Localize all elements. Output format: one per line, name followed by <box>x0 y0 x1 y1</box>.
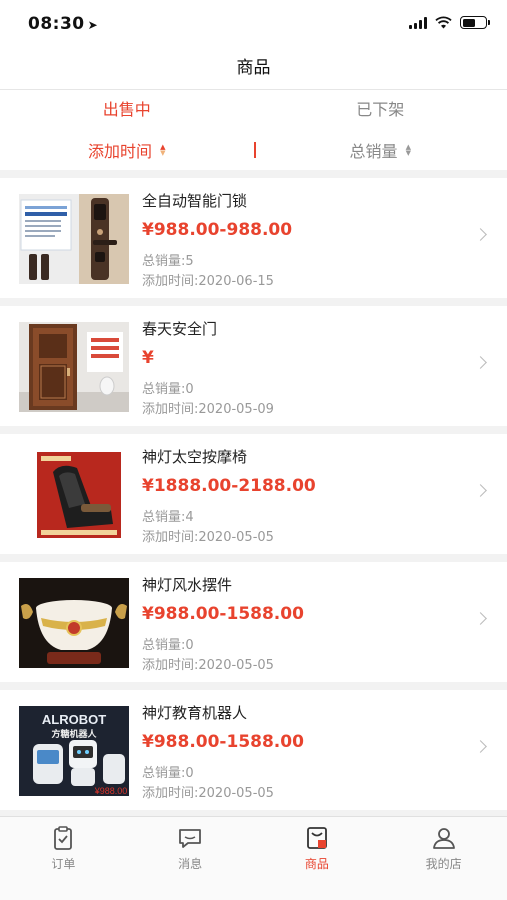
product-card[interactable]: 春天安全门 ¥ 总销量:0 添加时间:2020-05-09 <box>0 306 507 426</box>
location-arrow-icon: ➤ <box>87 18 99 32</box>
product-price: ¥ <box>142 348 154 368</box>
robot-subtitle-text: 方糖机器人 <box>51 728 97 740</box>
product-date: 添加时间:2020-05-05 <box>142 530 274 545</box>
shop-bag-icon <box>306 827 327 849</box>
product-sales: 总销量:4 <box>142 510 194 525</box>
product-sales: 总销量:0 <box>142 766 194 781</box>
tab-orders-label: 订单 <box>51 857 76 871</box>
nav-bar: 商品 <box>0 48 507 90</box>
product-price: ¥1888.00-2188.00 <box>142 476 316 496</box>
chevron-right-icon <box>474 484 487 497</box>
product-price: ¥988.00-1588.00 <box>142 604 304 624</box>
wifi-icon <box>435 16 452 29</box>
product-image <box>19 578 129 668</box>
tab-my-store-label: 我的店 <box>425 857 462 871</box>
product-date: 添加时间:2020-05-09 <box>142 402 274 417</box>
robot-price-watermark: ¥988.00 <box>94 786 128 796</box>
product-date: 添加时间:2020-05-05 <box>142 786 274 801</box>
product-date: 添加时间:2020-05-05 <box>142 658 274 673</box>
person-icon <box>432 828 455 849</box>
sort-arrows-icon: ▲ ▼ <box>405 143 411 157</box>
product-sales: 总销量:0 <box>142 638 194 653</box>
product-list: 全自动智能门锁 ¥988.00-988.00 总销量:5 添加时间:2020-0… <box>0 170 507 816</box>
tab-my-store[interactable]: 我的店 <box>380 817 507 900</box>
robot-brand-text: ALROBOT <box>42 712 106 727</box>
battery-icon <box>460 16 490 29</box>
product-date: 添加时间:2020-06-15 <box>142 274 274 289</box>
product-name: 神灯太空按摩椅 <box>142 448 248 466</box>
product-price: ¥988.00-988.00 <box>142 220 293 240</box>
chevron-right-icon <box>474 612 487 625</box>
status-time: 08:30 ➤ <box>28 14 98 34</box>
tab-messages[interactable]: 消息 <box>127 817 254 900</box>
product-name: 春天安全门 <box>142 320 218 338</box>
product-image <box>19 450 129 540</box>
product-image <box>19 194 129 284</box>
tab-products[interactable]: 商品 <box>254 817 381 900</box>
page-title: 商品 <box>236 58 271 78</box>
product-name: 神灯教育机器人 <box>142 704 248 722</box>
chat-bubble-icon <box>179 829 202 848</box>
tab-products-label: 商品 <box>304 857 329 871</box>
product-sales: 总销量:0 <box>142 382 194 397</box>
sort-by-add-time[interactable]: 添加时间 ▲ ▼ <box>0 138 254 162</box>
product-image <box>19 322 129 412</box>
sort-arrows-icon: ▲ ▼ <box>160 143 166 157</box>
product-card[interactable]: ALROBOT 方糖机器人 ¥988.00 神灯教育机器人 ¥988.00-15… <box>0 690 507 810</box>
sort-divider <box>254 142 256 158</box>
status-icons <box>409 16 490 29</box>
product-card[interactable]: 全自动智能门锁 ¥988.00-988.00 总销量:5 添加时间:2020-0… <box>0 178 507 298</box>
tab-messages-label: 消息 <box>178 857 203 871</box>
tab-on-sale[interactable]: 出售中 <box>0 90 254 130</box>
status-tabs: 出售中 已下架 <box>0 90 507 130</box>
tab-off-shelf[interactable]: 已下架 <box>254 90 507 130</box>
chevron-right-icon <box>474 740 487 753</box>
clipboard-icon <box>54 826 73 850</box>
product-card[interactable]: 神灯风水摆件 ¥988.00-1588.00 总销量:0 添加时间:2020-0… <box>0 562 507 682</box>
product-name: 神灯风水摆件 <box>142 576 233 594</box>
sort-by-total-sales-label: 总销量 <box>349 142 398 161</box>
sort-by-total-sales[interactable]: 总销量 ▲ ▼ <box>254 138 507 162</box>
sort-by-add-time-label: 添加时间 <box>88 142 153 161</box>
product-sales: 总销量:5 <box>142 254 194 269</box>
product-name: 全自动智能门锁 <box>142 192 248 210</box>
product-card[interactable]: 神灯太空按摩椅 ¥1888.00-2188.00 总销量:4 添加时间:2020… <box>0 434 507 554</box>
product-image: ALROBOT 方糖机器人 ¥988.00 <box>19 706 129 796</box>
cellular-signal-icon <box>409 17 427 29</box>
chevron-right-icon <box>474 356 487 369</box>
status-bar: 08:30 ➤ <box>0 0 507 48</box>
product-price: ¥988.00-1588.00 <box>142 732 304 752</box>
status-time-text: 08:30 <box>28 14 85 34</box>
tab-orders[interactable]: 订单 <box>0 817 127 900</box>
bottom-tab-bar: 订单 消息 商品 我的店 <box>0 816 507 900</box>
chevron-right-icon <box>474 228 487 241</box>
